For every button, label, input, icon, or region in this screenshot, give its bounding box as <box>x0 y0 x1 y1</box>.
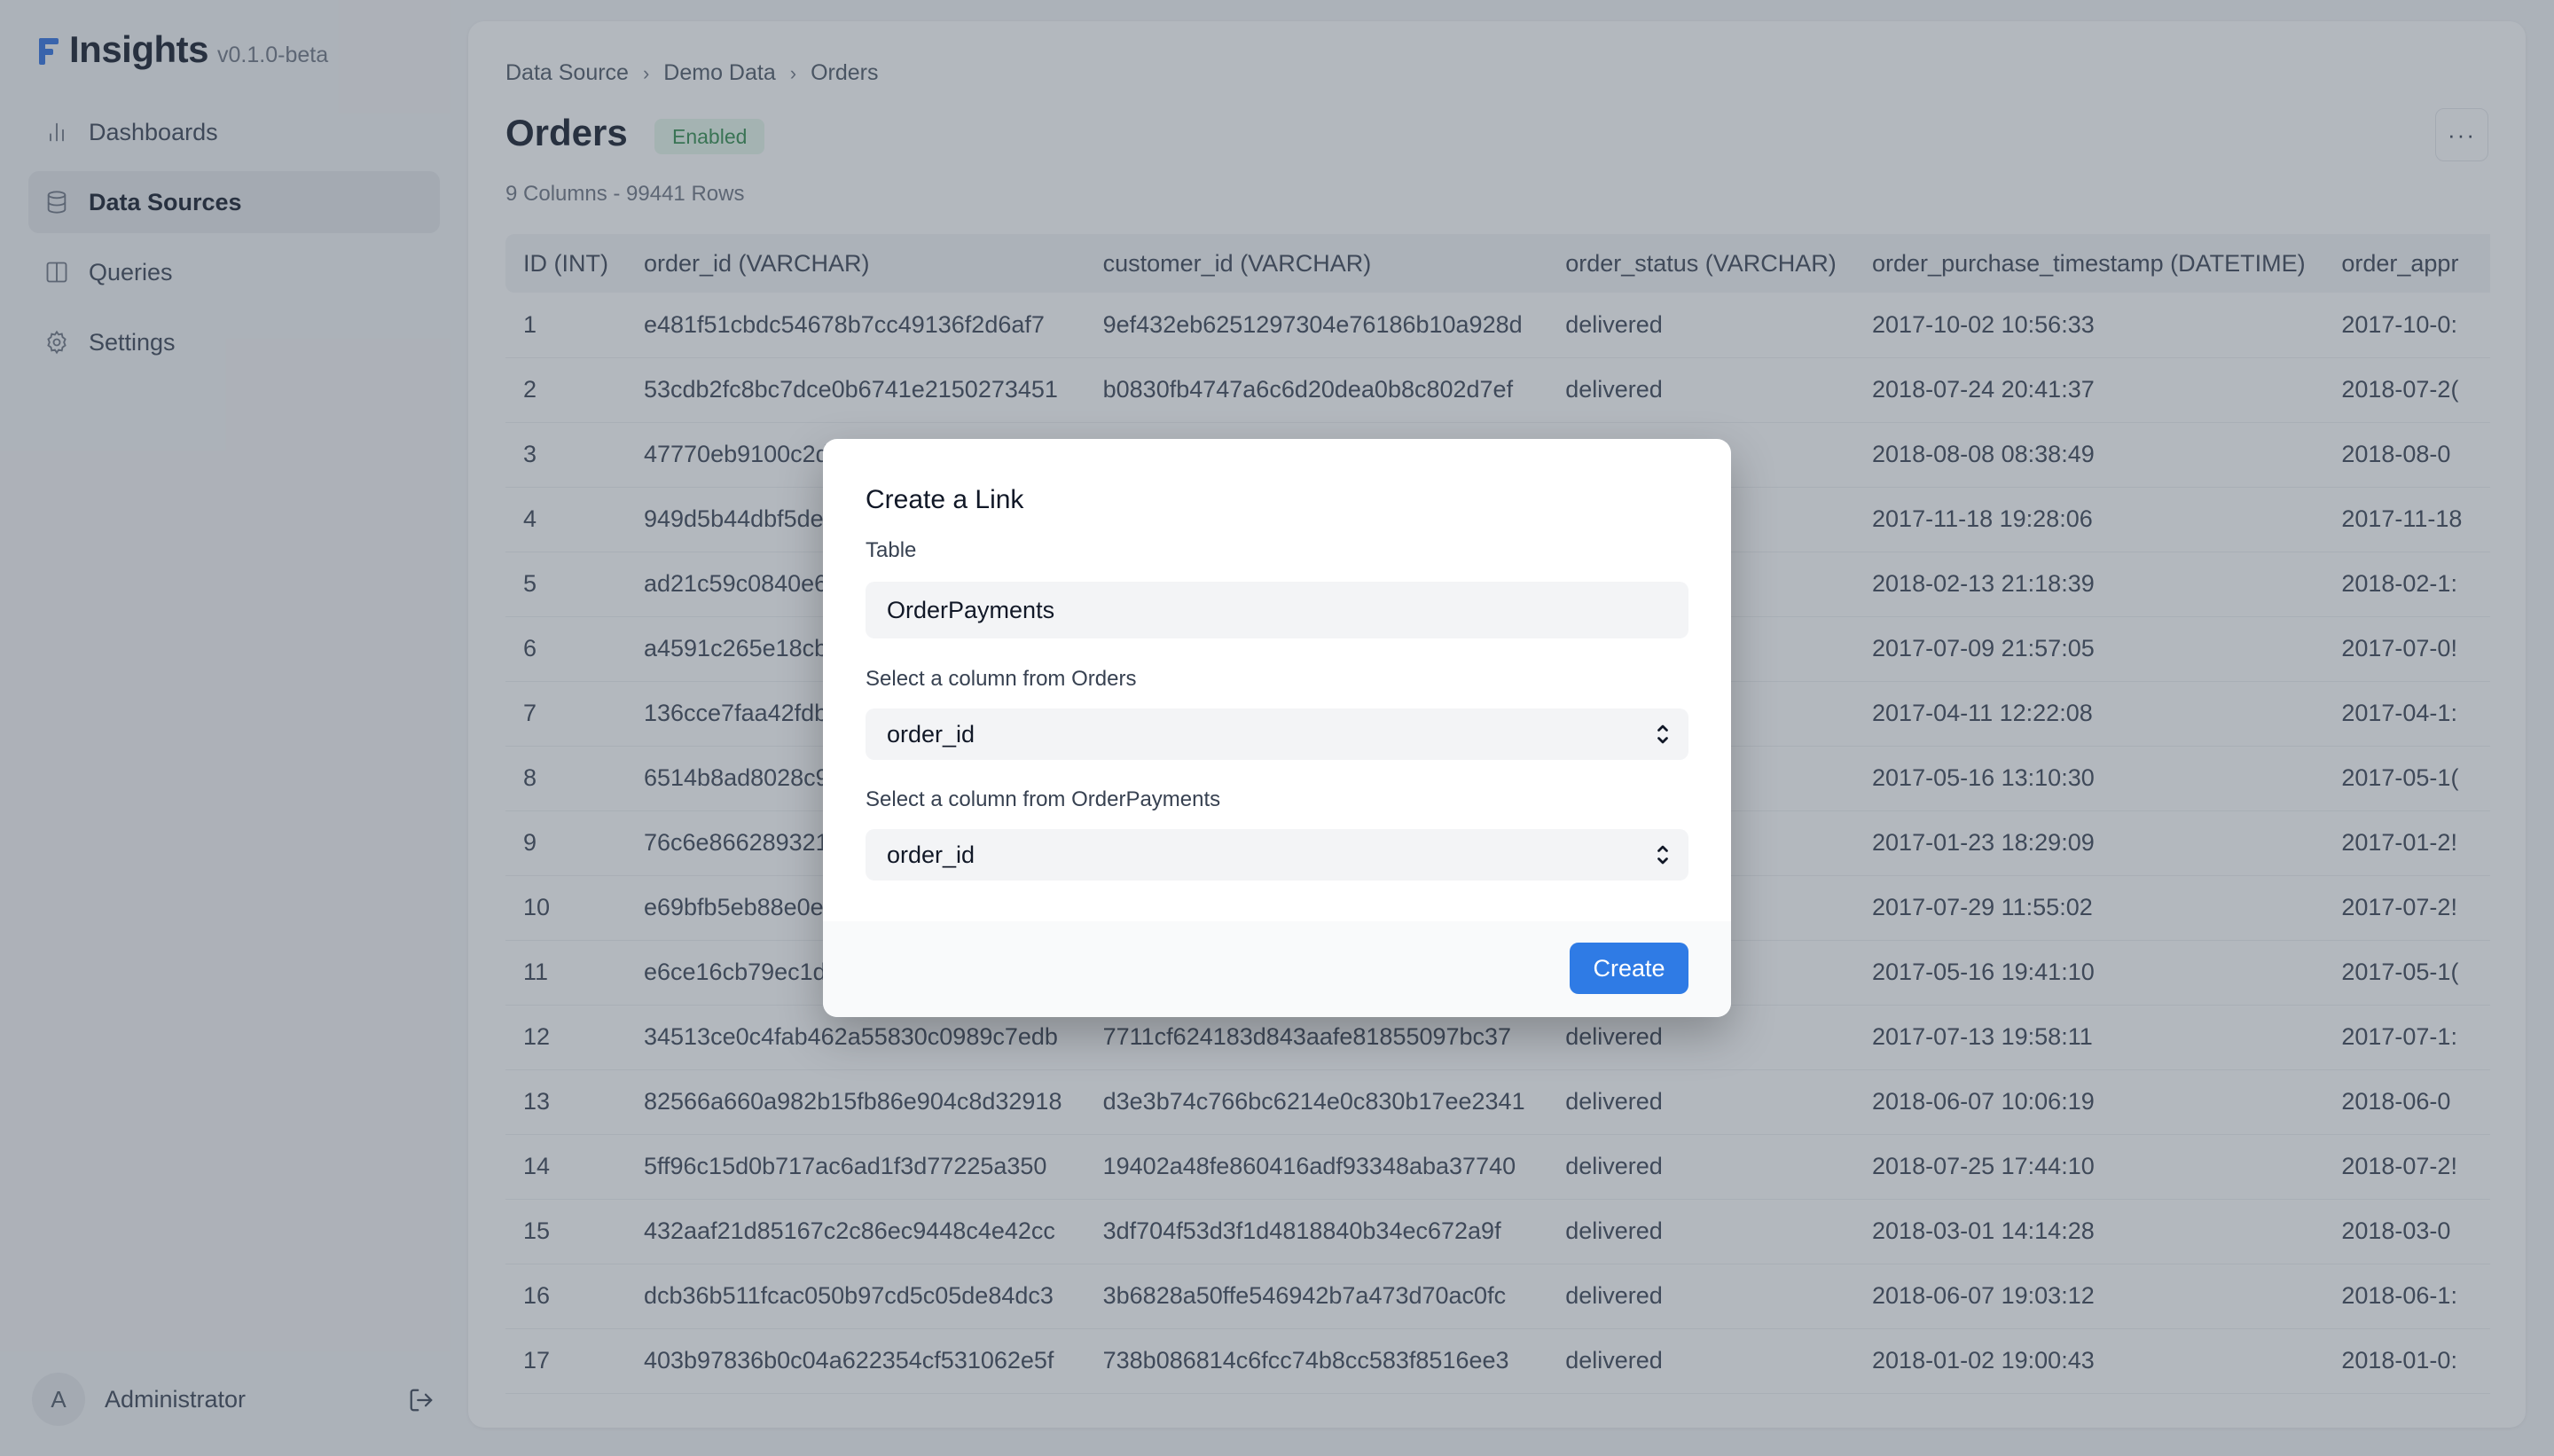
column-from-select[interactable]: order_id <box>866 708 1688 760</box>
create-link-dialog: Create a Link Table Select a column from… <box>823 439 1731 1017</box>
column-to-label: Select a column from OrderPayments <box>866 787 1221 811</box>
table-input[interactable] <box>866 582 1688 638</box>
column-to-select[interactable]: order_id <box>866 829 1688 881</box>
column-to-value: order_id <box>887 841 975 868</box>
create-button[interactable]: Create <box>1570 943 1688 994</box>
chevron-up-down-icon <box>1657 724 1668 744</box>
column-from-value: order_id <box>887 720 975 748</box>
dialog-footer: Create <box>823 921 1731 1017</box>
table-field-label: Table <box>866 538 917 562</box>
chevron-up-down-icon <box>1657 845 1668 865</box>
column-from-label: Select a column from Orders <box>866 667 1137 691</box>
dialog-title: Create a Link <box>866 485 1024 514</box>
